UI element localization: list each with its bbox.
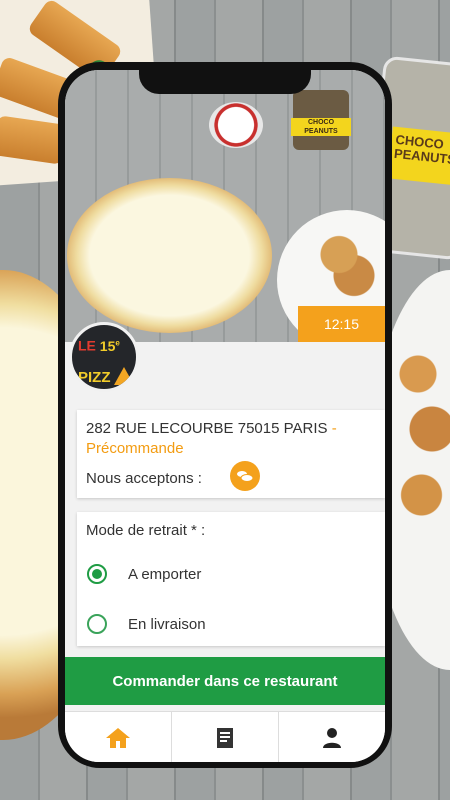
tab-home[interactable]	[65, 712, 172, 762]
hero-ice-cream-cup	[209, 102, 263, 148]
order-type-label: Précommande	[86, 440, 184, 457]
hero-wings	[315, 230, 375, 300]
hero-jar-label: CHOCO PEANUTS	[291, 118, 351, 136]
restaurant-hero-image: CHOCO PEANUTS	[65, 70, 385, 342]
payment-accepted-label: Nous acceptons :	[86, 470, 202, 487]
restaurant-logo: LE 15e PIZZ	[69, 322, 139, 392]
restaurant-info-card: 282 RUE LECOURBE 75015 PARIS - Précomman…	[77, 410, 385, 498]
bottom-tab-bar	[65, 711, 385, 762]
pickup-time-badge: 12:15	[298, 306, 385, 342]
home-icon	[106, 727, 130, 748]
receipt-icon	[217, 727, 233, 748]
pizza-slice-icon	[114, 367, 134, 385]
pickup-mode-card: Mode de retrait * : A emporter En livrai…	[77, 512, 385, 646]
option-en-livraison-label[interactable]: En livraison	[128, 616, 206, 633]
tab-orders[interactable]	[172, 712, 279, 762]
coins-icon	[237, 471, 254, 482]
pickup-mode-title: Mode de retrait * :	[86, 522, 206, 539]
hero-pizza	[67, 178, 272, 333]
background-wings	[390, 330, 450, 550]
phone-notch	[139, 62, 311, 94]
restaurant-address: 282 RUE LECOURBE 75015 PARIS -	[86, 420, 337, 437]
cash-payment-icon	[230, 461, 260, 491]
radio-en-livraison[interactable]	[87, 614, 107, 634]
logo-text: LE 15e	[78, 337, 120, 354]
tab-account[interactable]	[279, 712, 385, 762]
option-a-emporter-label[interactable]: A emporter	[128, 566, 201, 583]
radio-a-emporter[interactable]	[87, 564, 107, 584]
logo-pizz: PIZZ	[78, 369, 111, 386]
order-restaurant-button[interactable]: Commander dans ce restaurant	[65, 657, 385, 705]
user-icon	[323, 727, 341, 748]
app-screen: CHOCO PEANUTS 12:15 LE 15e PIZZ 282 RUE …	[65, 70, 385, 762]
background-pack-label: CHOCO PEANUTS	[387, 126, 450, 186]
